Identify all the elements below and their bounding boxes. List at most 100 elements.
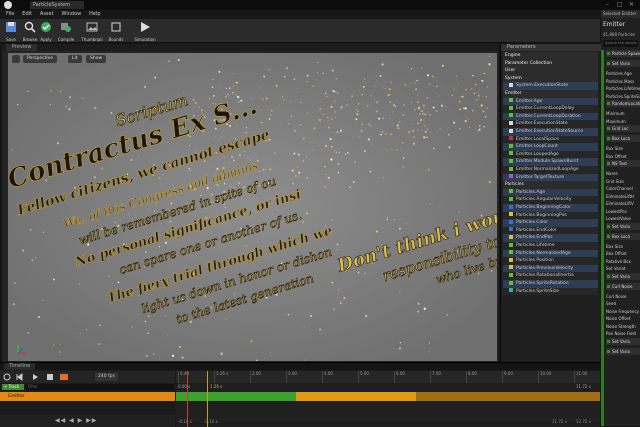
- param-section[interactable]: Engine: [503, 52, 598, 60]
- param-item[interactable]: Particles.SpriteRotation: [503, 280, 598, 288]
- module-property[interactable]: Box Size: [606, 145, 640, 152]
- menu-file[interactable]: File: [6, 10, 14, 19]
- module-property[interactable]: Set Variat: [606, 265, 640, 272]
- module-header[interactable]: Set Varia: [606, 337, 640, 345]
- param-item[interactable]: Emitter.CurrentLoopDuration: [503, 112, 598, 121]
- module-property[interactable]: LowestValue: [606, 215, 640, 222]
- param-item[interactable]: Emitter.LocalSpace: [503, 135, 598, 144]
- emitter-section-active[interactable]: [176, 392, 296, 401]
- param-section[interactable]: Parameter Collection: [503, 59, 598, 68]
- param-item[interactable]: Emitter.LoopCount: [503, 143, 598, 151]
- param-item[interactable]: Particles.BeginningPos: [503, 211, 598, 220]
- param-item[interactable]: Particles.Age: [503, 188, 598, 197]
- browse-button[interactable]: Browse: [20, 20, 40, 42]
- enabled-checkbox[interactable]: [607, 349, 610, 353]
- enabled-checkbox[interactable]: [607, 224, 610, 228]
- module-property[interactable]: Pan Noise Field: [606, 330, 640, 337]
- module-header[interactable]: Grid Loc: [606, 125, 640, 132]
- emitter-section-loop[interactable]: [296, 392, 416, 401]
- module-property[interactable]: Seed: [606, 300, 640, 307]
- module-property[interactable]: Particles.Lifetime: [606, 85, 640, 92]
- timeline-tracks[interactable]: 0.40 1.26 s 2.00 3.00 4.00 5.00 6.00 7.00 8.00 9.…: [176, 371, 600, 427]
- stop-icon[interactable]: [47, 374, 53, 380]
- module-property[interactable]: Particles.Age: [606, 70, 640, 77]
- module-header[interactable]: Set Varia: [606, 60, 640, 67]
- viewport-options-button[interactable]: [12, 55, 20, 63]
- param-section[interactable]: System: [503, 74, 598, 83]
- thumbnail-button[interactable]: Thumbnail: [81, 20, 103, 42]
- param-section[interactable]: Emitter: [503, 90, 598, 98]
- module-property[interactable]: EliminateLiftH: [606, 193, 640, 200]
- enabled-checkbox[interactable]: [607, 137, 610, 140]
- emitter-section-tail[interactable]: [416, 392, 600, 401]
- show-button[interactable]: Show: [86, 55, 107, 63]
- module-property[interactable]: Grid Size: [606, 178, 640, 185]
- enabled-checkbox[interactable]: [607, 274, 610, 278]
- enabled-checkbox[interactable]: [607, 62, 610, 65]
- record-icon[interactable]: [60, 374, 68, 380]
- enabled-checkbox[interactable]: [607, 339, 610, 343]
- module-header[interactable]: Curl Noise: [606, 282, 640, 290]
- module-property[interactable]: Minimum: [606, 110, 640, 117]
- selected-emitter-tab[interactable]: Selected Emitter: [601, 10, 640, 18]
- param-item[interactable]: Particles.EndPos: [503, 234, 598, 242]
- module-property[interactable]: LowestPos: [606, 208, 640, 215]
- details-search-input[interactable]: Search the details: [603, 40, 638, 47]
- bounds-button[interactable]: Bounds: [106, 20, 126, 42]
- module-header[interactable]: NS Text: [606, 160, 640, 167]
- param-item[interactable]: Emitter.LoopedAge: [503, 150, 598, 159]
- param-item[interactable]: Particles.Lifetime: [503, 242, 598, 250]
- module-header[interactable]: Set Varia: [606, 272, 640, 280]
- param-item[interactable]: Particles.Position: [503, 257, 598, 265]
- module-property[interactable]: Relative Box: [606, 258, 640, 265]
- play-icon[interactable]: [33, 374, 38, 380]
- module-property[interactable]: Noise Offset: [606, 315, 640, 322]
- param-item[interactable]: Particles.Color: [503, 219, 598, 227]
- module-property[interactable]: Particles.SpriteSiz: [606, 93, 640, 100]
- viewport[interactable]: Scriptum Contractus Ex S... Fellow citiz…: [8, 53, 497, 361]
- maximize-button[interactable]: □: [615, 1, 624, 8]
- module-property[interactable]: EliminateLiftV: [606, 200, 640, 207]
- enabled-checkbox[interactable]: [607, 127, 610, 130]
- loop-icon[interactable]: [3, 373, 11, 381]
- param-item[interactable]: Emitter.ExecutionState: [503, 120, 598, 128]
- fps-select[interactable]: 240 fps: [95, 373, 118, 381]
- param-section[interactable]: Particles: [503, 181, 598, 189]
- module-property[interactable]: ColorChannel: [606, 185, 640, 192]
- param-section[interactable]: User: [503, 67, 598, 75]
- module-header[interactable]: Box Loca: [606, 135, 640, 142]
- enabled-checkbox[interactable]: [607, 234, 610, 238]
- module-header[interactable]: Set Varia: [606, 347, 640, 355]
- module-property[interactable]: Noise Strength: [606, 323, 640, 330]
- enabled-checkbox[interactable]: [607, 102, 610, 105]
- param-item[interactable]: Particles.EndColor: [503, 226, 598, 235]
- module-property[interactable]: Box Offset: [606, 153, 640, 160]
- simulation-button[interactable]: Simulation: [132, 20, 158, 42]
- close-button[interactable]: ✕: [627, 1, 636, 8]
- param-item[interactable]: Emitter.CurrentLoopDelay: [503, 105, 598, 113]
- skip-back-icon[interactable]: [16, 373, 23, 381]
- module-header[interactable]: Set Varia: [606, 222, 640, 230]
- module-header[interactable]: Particle Spawn: [606, 50, 640, 57]
- module-property[interactable]: Maximum: [606, 118, 640, 125]
- param-item[interactable]: Particles.NormalizedAge: [503, 249, 598, 258]
- param-item[interactable]: Emitter.Age: [503, 97, 598, 106]
- param-item[interactable]: Particles.BeginningColor: [503, 204, 598, 212]
- param-item[interactable]: Particles.RotationalInertia: [503, 272, 598, 280]
- menu-asset[interactable]: Asset: [40, 10, 54, 19]
- save-button[interactable]: Save: [3, 20, 19, 42]
- compile-button[interactable]: Compile: [55, 20, 77, 42]
- apply-button[interactable]: Apply: [38, 20, 54, 42]
- param-item[interactable]: Emitter.NormalizedLoopAge: [503, 166, 598, 174]
- enabled-checkbox[interactable]: [607, 284, 610, 288]
- timeline-tab[interactable]: Timeline: [4, 363, 36, 370]
- parameters-tab[interactable]: Parameters: [501, 44, 601, 51]
- minimize-button[interactable]: –: [603, 1, 612, 8]
- param-item[interactable]: Particles.SpriteSize: [503, 287, 598, 296]
- time-ruler[interactable]: 0.40 1.26 s 2.00 3.00 4.00 5.00 6.00 7.00 8.00 9.…: [176, 371, 600, 383]
- module-property[interactable]: Particles.Mass: [606, 78, 640, 85]
- module-property[interactable]: Name: [606, 170, 640, 177]
- param-item[interactable]: Emitter.ExecutionStateSource: [503, 128, 598, 136]
- module-header[interactable]: Box Loca: [606, 232, 640, 240]
- param-item[interactable]: Particles.AngularVelocity: [503, 196, 598, 204]
